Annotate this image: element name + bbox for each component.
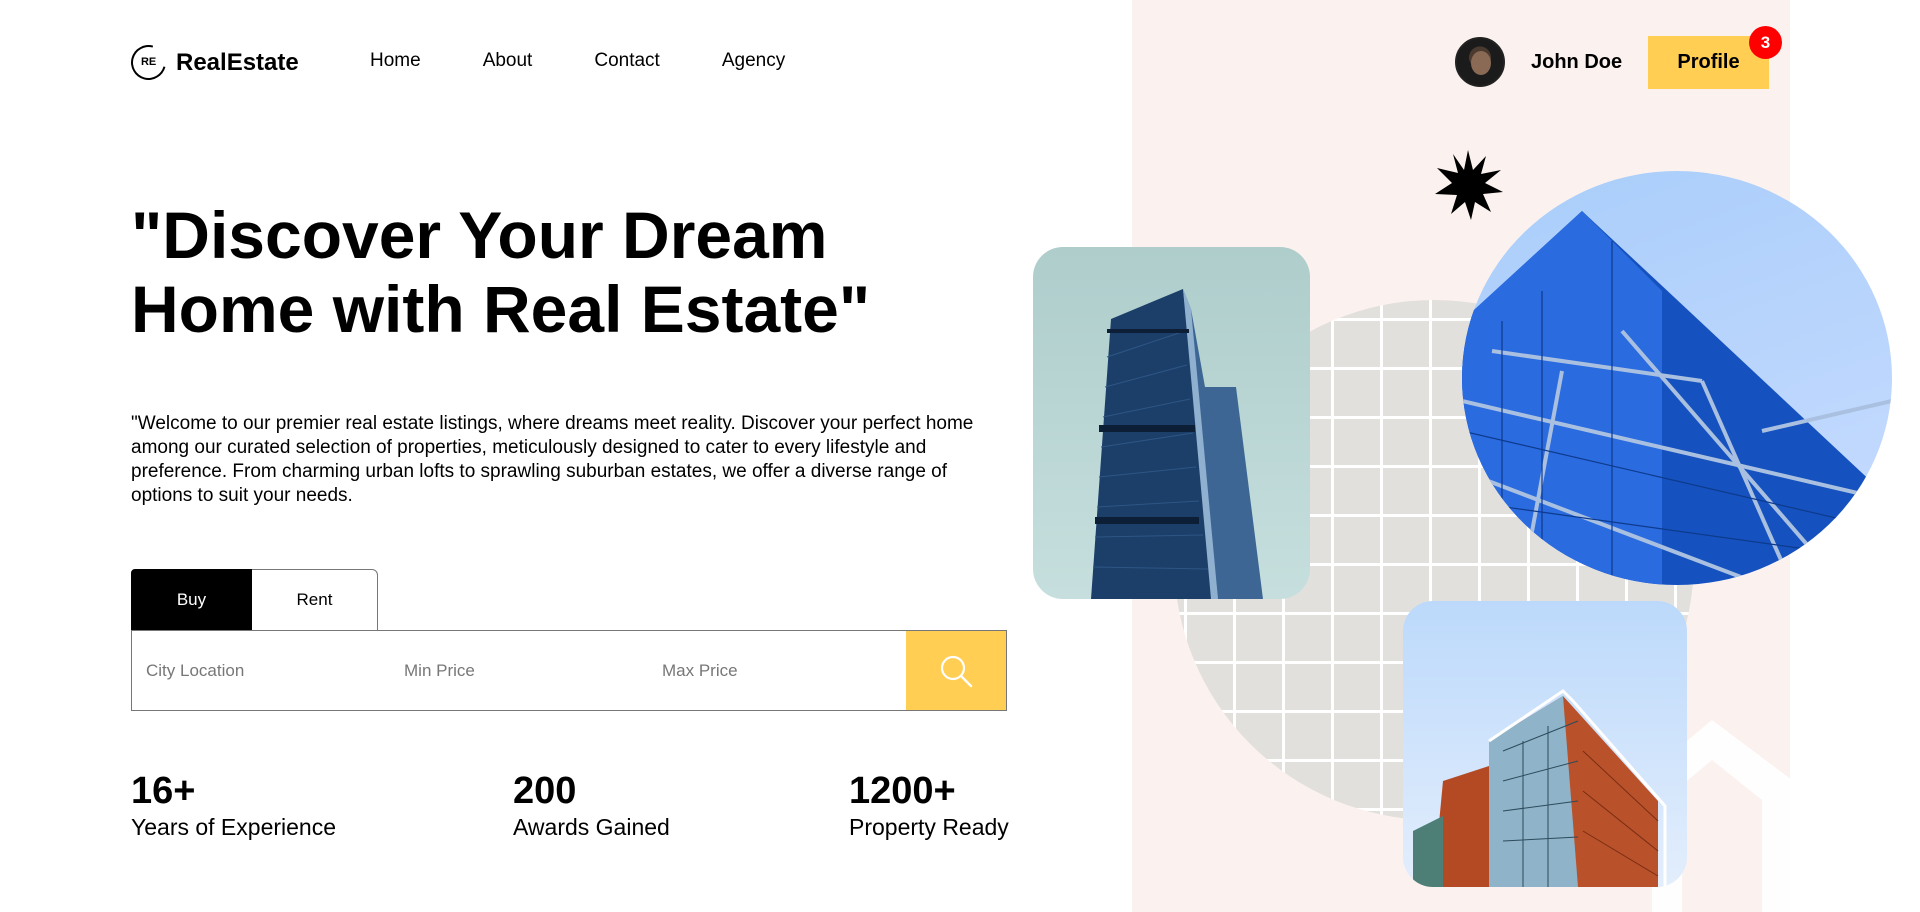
min-price-input[interactable]: [404, 660, 648, 681]
notification-badge: 3: [1749, 26, 1782, 59]
city-location-input[interactable]: [146, 660, 390, 681]
search-icon: [940, 655, 973, 687]
glass-building-illustration: [1462, 211, 1892, 585]
user-info: John Doe: [1455, 37, 1622, 87]
stat-label: Years of Experience: [131, 814, 337, 840]
property-image-glass: [1462, 171, 1892, 585]
city-field: [132, 631, 390, 710]
logo[interactable]: RE RealEstate: [124, 38, 299, 87]
avatar[interactable]: [1455, 37, 1505, 87]
nav-links: Home About Contact Agency: [370, 50, 847, 72]
brick-building-illustration: [1413, 689, 1667, 887]
tower-building-illustration: [1091, 289, 1263, 599]
hero-title: "Discover Your Dream Home with Real Esta…: [131, 198, 871, 346]
user-name: John Doe: [1531, 50, 1623, 73]
property-image-tower: [1033, 247, 1310, 599]
starburst-icon: [1435, 150, 1503, 220]
tab-rent[interactable]: Rent: [252, 569, 378, 631]
max-price-input[interactable]: [662, 660, 906, 681]
stat-value: 200: [513, 770, 577, 812]
brand-name: RealEstate: [176, 48, 299, 76]
stat-label: Awards Gained: [513, 814, 670, 840]
navbar: RE RealEstate Home About Contact Agency …: [0, 0, 1920, 125]
search-bar: [131, 630, 1007, 711]
max-price-field: [648, 631, 906, 710]
stat-label: Property Ready: [849, 814, 1009, 840]
search-tabs: Buy Rent: [131, 569, 378, 631]
hero-description: "Welcome to our premier real estate list…: [131, 413, 974, 506]
nav-link-contact[interactable]: Contact: [594, 50, 659, 72]
stat-awards: 200 Awards Gained: [513, 770, 670, 842]
stat-value: 1200+: [849, 770, 956, 812]
search-button[interactable]: [906, 631, 1006, 710]
stat-properties: 1200+ Property Ready: [849, 770, 1009, 842]
stat-value: 16+: [131, 770, 196, 812]
nav-link-agency[interactable]: Agency: [722, 50, 785, 72]
nav-link-about[interactable]: About: [483, 50, 533, 72]
tab-buy[interactable]: Buy: [131, 569, 252, 631]
logo-mark-text: RE: [140, 56, 157, 68]
property-image-brick: [1403, 601, 1687, 887]
min-price-field: [390, 631, 648, 710]
nav-link-home[interactable]: Home: [370, 50, 421, 72]
stat-experience: 16+ Years of Experience: [131, 770, 336, 842]
logo-icon: RE: [124, 38, 173, 87]
